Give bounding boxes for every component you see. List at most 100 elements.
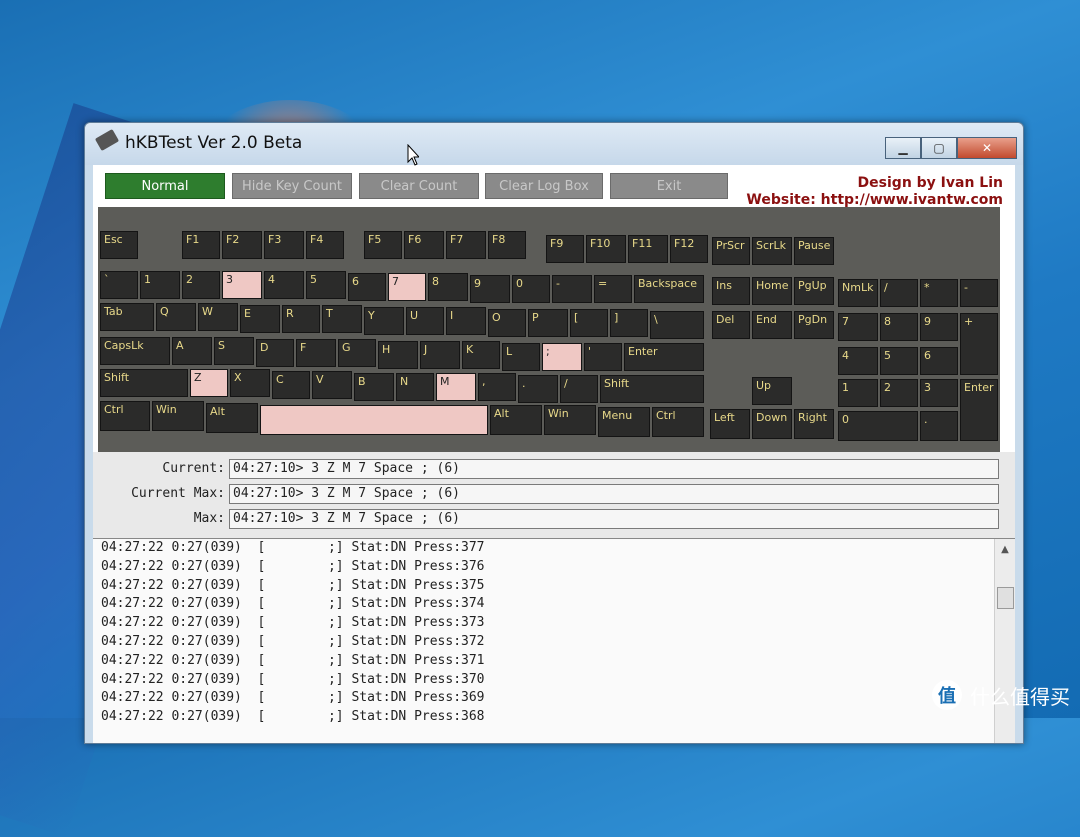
key-6: 6 <box>348 273 386 301</box>
key-i: I <box>446 307 486 335</box>
clear-log-box-button[interactable]: Clear Log Box <box>485 173 603 199</box>
toolbar: Normal Hide Key Count Clear Count Clear … <box>93 165 1015 209</box>
key-f1: F1 <box>182 231 220 259</box>
log-scrollbar[interactable]: ▲ <box>994 539 1015 743</box>
key-f7: F7 <box>446 231 486 259</box>
key-equal: = <box>594 275 632 303</box>
max-label: Max: <box>193 511 225 526</box>
key-left-shift: Shift <box>100 369 188 397</box>
key-kp-enter: Enter <box>960 379 998 441</box>
log-row: 04:27:22 0:27(039) [ ;] Stat:DN Press:37… <box>101 652 485 668</box>
keyboard-panel: Esc F1 F2 F3 F4 F5 F6 F7 F8 F9 F10 F11 F… <box>98 207 1000 452</box>
key-down: Down <box>752 409 792 439</box>
watermark: 值 什么值得买 <box>932 680 1070 710</box>
key-minus: - <box>552 275 592 303</box>
key-f: F <box>296 339 336 367</box>
key-right-shift: Shift <box>600 375 704 403</box>
key-kp-4: 4 <box>838 347 878 375</box>
key-capslock: CapsLk <box>100 337 170 365</box>
log-row: 04:27:22 0:27(039) [ ;] Stat:DN Press:36… <box>101 690 485 706</box>
max-field[interactable]: 04:27:10> 3 Z M 7 Space ; (6) <box>229 509 999 529</box>
key-q: Q <box>156 303 196 331</box>
key-f5: F5 <box>364 231 402 259</box>
key-f3: F3 <box>264 231 304 259</box>
key-d: D <box>256 339 294 367</box>
key-7: 7 <box>388 273 426 301</box>
key-4: 4 <box>264 271 304 299</box>
key-kp-dot: . <box>920 411 958 441</box>
key-numlock: NmLk <box>838 279 878 307</box>
log-row: 04:27:22 0:27(039) [ ;] Stat:DN Press:37… <box>101 671 485 687</box>
key-comma: , <box>478 373 516 401</box>
key-f6: F6 <box>404 231 444 259</box>
key-pause: Pause <box>794 237 834 265</box>
key-9: 9 <box>470 275 510 303</box>
key-kp-1: 1 <box>838 379 878 407</box>
key-a: A <box>172 337 212 365</box>
maximize-button[interactable]: ▢ <box>921 137 957 159</box>
key-b: B <box>354 373 394 401</box>
key-u: U <box>406 307 444 335</box>
key-pgdn: PgDn <box>794 311 834 339</box>
key-kp-plus: + <box>960 313 998 375</box>
key-1: 1 <box>140 271 180 299</box>
window-title: hKBTest Ver 2.0 Beta <box>125 133 303 153</box>
log-row: 04:27:22 0:27(039) [ ;] Stat:DN Press:37… <box>101 577 485 593</box>
scroll-thumb[interactable] <box>997 587 1014 609</box>
key-esc: Esc <box>100 231 138 259</box>
window-controls: ▁ ▢ ✕ <box>885 137 1017 159</box>
key-end: End <box>752 311 792 339</box>
key-kp-multiply: * <box>920 279 958 307</box>
key-o: O <box>488 309 526 337</box>
hide-key-count-button[interactable]: Hide Key Count <box>232 173 352 199</box>
key-f10: F10 <box>586 235 626 263</box>
key-kp-7: 7 <box>838 313 878 341</box>
key-right-win: Win <box>544 405 596 435</box>
key-t: T <box>322 305 362 333</box>
key-f2: F2 <box>222 231 262 259</box>
key-kp-5: 5 <box>880 347 918 375</box>
key-left-alt: Alt <box>206 403 258 433</box>
exit-button[interactable]: Exit <box>610 173 728 199</box>
key-n: N <box>396 373 434 401</box>
key-right-ctrl: Ctrl <box>652 407 704 437</box>
log-row: 04:27:22 0:27(039) [ ;] Stat:DN Press:37… <box>101 615 485 631</box>
client-area: Normal Hide Key Count Clear Count Clear … <box>93 165 1015 743</box>
log-box[interactable]: 04:27:22 0:27(039) [ ;] Stat:DN Press:37… <box>93 538 1015 743</box>
watermark-text: 什么值得买 <box>970 684 1070 709</box>
clear-count-button[interactable]: Clear Count <box>359 173 479 199</box>
key-quote: ' <box>584 343 622 371</box>
log-row: 04:27:22 0:27(039) [ ;] Stat:DN Press:37… <box>101 540 485 555</box>
key-kp-minus: - <box>960 279 998 307</box>
key-kp-9: 9 <box>920 313 958 341</box>
key-x: X <box>230 369 270 397</box>
key-f9: F9 <box>546 235 584 263</box>
key-j: J <box>420 341 460 369</box>
key-menu: Menu <box>598 407 650 437</box>
key-m: M <box>436 373 476 401</box>
close-button[interactable]: ✕ <box>957 137 1017 159</box>
key-tab: Tab <box>100 303 154 331</box>
current-max-field[interactable]: 04:27:10> 3 Z M 7 Space ; (6) <box>229 484 999 504</box>
credit: Design by Ivan Lin Website: http://www.i… <box>746 175 1003 209</box>
key-kp-3: 3 <box>920 379 958 407</box>
key-f8: F8 <box>488 231 526 259</box>
key-slash: / <box>560 375 598 403</box>
title-bar[interactable]: hKBTest Ver 2.0 Beta ▁ ▢ ✕ <box>85 123 1023 165</box>
key-g: G <box>338 339 376 367</box>
key-kp-divide: / <box>880 279 918 307</box>
key-2: 2 <box>182 271 220 299</box>
minimize-button[interactable]: ▁ <box>885 137 921 159</box>
key-5: 5 <box>306 271 346 299</box>
app-icon <box>94 128 120 152</box>
key-kp-0: 0 <box>838 411 918 441</box>
mouse-pointer-icon <box>407 144 419 166</box>
scroll-up-arrow-icon[interactable]: ▲ <box>995 541 1015 559</box>
normal-button[interactable]: Normal <box>105 173 225 199</box>
current-field[interactable]: 04:27:10> 3 Z M 7 Space ; (6) <box>229 459 999 479</box>
key-home: Home <box>752 277 792 305</box>
key-kp-8: 8 <box>880 313 918 341</box>
log-row: 04:27:22 0:27(039) [ ;] Stat:DN Press:37… <box>101 596 485 612</box>
key-period: . <box>518 375 558 403</box>
key-s: S <box>214 337 254 365</box>
